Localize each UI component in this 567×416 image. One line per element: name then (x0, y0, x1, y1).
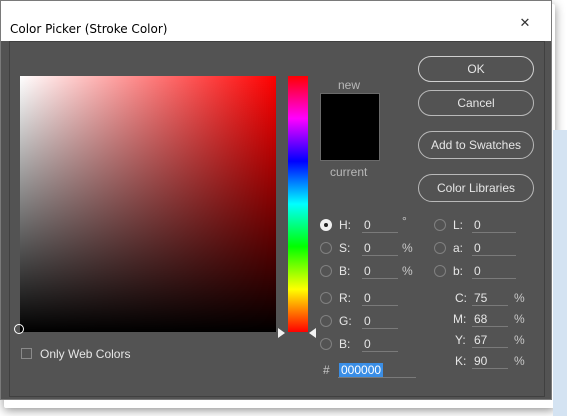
blue-label: B: (339, 337, 351, 351)
saturation-unit: % (402, 241, 413, 255)
brightness-field[interactable]: 0 (362, 263, 398, 279)
black-field[interactable]: 90 (472, 353, 508, 369)
blue-radio[interactable] (320, 338, 332, 350)
blue-field[interactable]: 0 (362, 336, 398, 352)
title-bar[interactable]: Color Picker (Stroke Color) ✕ (1, 1, 551, 41)
red-field[interactable]: 0 (362, 290, 398, 306)
lab-b-label: b: (453, 264, 464, 278)
lab-l-field[interactable]: 0 (472, 217, 516, 233)
brightness-radio[interactable] (320, 265, 332, 277)
hue-field[interactable]: 0 (362, 217, 398, 233)
lab-a-label: a: (453, 241, 464, 255)
yellow-unit: % (514, 333, 525, 347)
black-unit: % (514, 354, 525, 368)
magenta-label: M: (453, 312, 467, 326)
hue-slider[interactable] (288, 76, 308, 332)
window-title: Color Picker (Stroke Color) (10, 22, 168, 36)
brightness-label: B: (339, 264, 351, 278)
ok-button[interactable]: OK (418, 56, 534, 82)
hue-slider-left-handle[interactable] (278, 328, 285, 338)
saturation-brightness-field[interactable] (20, 76, 276, 332)
hue-slider-right-handle[interactable] (309, 328, 316, 338)
lab-a-field[interactable]: 0 (472, 240, 516, 256)
red-label: R: (339, 291, 351, 305)
only-web-colors-label[interactable]: Only Web Colors (40, 347, 130, 361)
hex-input[interactable]: 000000 (338, 362, 416, 378)
magenta-unit: % (514, 312, 525, 326)
cancel-button[interactable]: Cancel (418, 90, 534, 116)
close-icon: ✕ (519, 15, 531, 31)
lab-b-radio[interactable] (434, 265, 446, 277)
hex-value: 000000 (339, 363, 384, 377)
lab-a-radio[interactable] (434, 242, 446, 254)
green-radio[interactable] (320, 315, 332, 327)
saturation-field[interactable]: 0 (362, 240, 398, 256)
green-label: G: (339, 314, 352, 328)
color-field-marker[interactable] (14, 324, 24, 334)
black-label: K: (455, 354, 467, 368)
current-color-label: current (330, 165, 368, 179)
brightness-unit: % (402, 264, 413, 278)
lab-l-label: L: (453, 218, 464, 232)
lab-l-radio[interactable] (434, 219, 446, 231)
saturation-label: S: (339, 241, 351, 255)
new-color-label: new (338, 78, 361, 92)
red-radio[interactable] (320, 292, 332, 304)
hue-label: H: (339, 218, 351, 232)
background-window-edge (553, 130, 567, 416)
only-web-colors-checkbox[interactable] (21, 348, 32, 359)
magenta-field[interactable]: 68 (472, 311, 508, 327)
green-field[interactable]: 0 (362, 313, 398, 329)
color-preview-swatch[interactable] (320, 93, 380, 161)
cyan-unit: % (514, 291, 525, 305)
hue-radio[interactable] (320, 219, 332, 231)
close-button[interactable]: ✕ (506, 13, 544, 33)
cyan-label: C: (455, 291, 467, 305)
yellow-field[interactable]: 67 (472, 332, 508, 348)
hue-unit: ° (402, 214, 407, 228)
hex-prefix: # (323, 363, 330, 377)
cyan-field[interactable]: 75 (472, 290, 508, 306)
add-to-swatches-button[interactable]: Add to Swatches (418, 131, 534, 159)
saturation-radio[interactable] (320, 242, 332, 254)
color-libraries-button[interactable]: Color Libraries (418, 174, 534, 202)
yellow-label: Y: (455, 333, 466, 347)
lab-b-field[interactable]: 0 (472, 263, 516, 279)
